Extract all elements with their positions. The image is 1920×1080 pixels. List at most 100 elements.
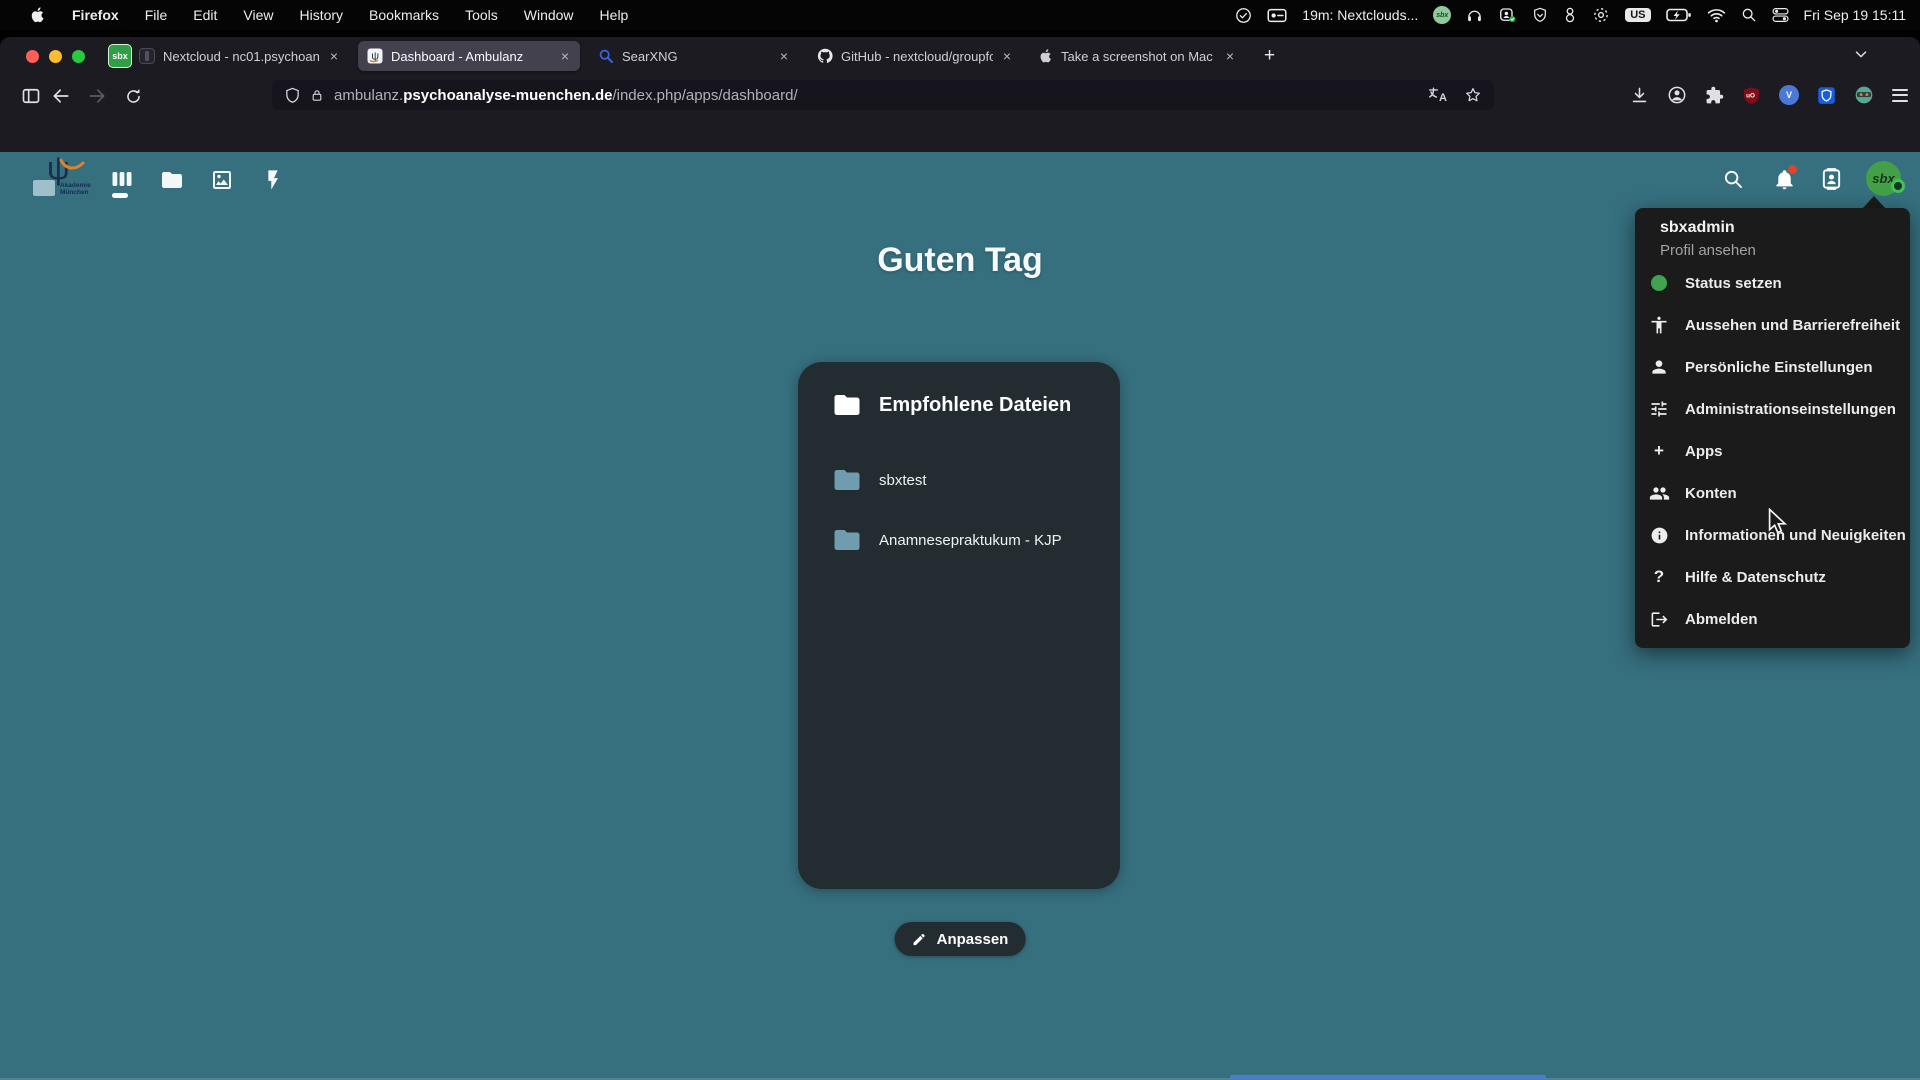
tab-close-icon[interactable]: × <box>559 48 571 64</box>
translate-icon[interactable]: A <box>1428 86 1450 104</box>
stacked-circles-icon[interactable] <box>1563 6 1577 24</box>
vimium-icon[interactable]: V <box>1779 85 1799 105</box>
downloads-button[interactable] <box>1630 86 1649 105</box>
menu-item-label: Hilfe & Datenschutz <box>1685 569 1826 586</box>
user-menu-view-profile[interactable]: Profil ansehen <box>1660 242 1756 259</box>
notifications-button[interactable] <box>1772 167 1796 191</box>
favicon-nextcloud-dark <box>139 48 155 64</box>
tab-close-icon[interactable]: × <box>1224 48 1236 64</box>
menu-item-admin-settings[interactable]: Administrationseinstellungen <box>1635 388 1910 430</box>
menubar-item-history[interactable]: History <box>286 7 356 23</box>
minimize-window-button[interactable] <box>49 50 62 63</box>
tab-close-icon[interactable]: × <box>1001 48 1013 64</box>
keyboard-layout-badge[interactable]: US <box>1625 8 1650 22</box>
tracking-protection-shield-icon[interactable] <box>284 86 301 105</box>
tab-screenshot-mac[interactable]: Take a screenshot on Mac - App × <box>1031 41 1245 71</box>
lock-icon[interactable] <box>310 87 324 104</box>
list-item[interactable]: Anamnesepraktukum - KJP <box>832 525 1062 555</box>
folder-icon <box>832 465 862 495</box>
menu-item-apps[interactable]: + Apps <box>1635 430 1910 472</box>
back-button[interactable] <box>48 83 74 109</box>
page-title: Guten Tag <box>0 241 1920 280</box>
menubar-item-bookmarks[interactable]: Bookmarks <box>356 7 452 23</box>
menubar-item-firefox[interactable]: Firefox <box>59 7 132 23</box>
account-button[interactable] <box>1667 85 1687 105</box>
screen-recording-icon[interactable] <box>1267 7 1287 24</box>
bookmark-star-icon[interactable] <box>1464 86 1482 104</box>
tab-title: Dashboard - Ambulanz <box>391 49 551 64</box>
recording-timer-label[interactable]: 19m: Nextclouds... <box>1302 7 1418 23</box>
check-circle-icon[interactable] <box>1235 7 1252 24</box>
menu-item-personal-settings[interactable]: Persönliche Einstellungen <box>1635 346 1910 388</box>
customize-button[interactable]: Anpassen <box>895 922 1026 956</box>
menubar-item-window[interactable]: Window <box>511 7 587 23</box>
app-activity-button[interactable] <box>260 168 284 192</box>
menubar-item-file[interactable]: File <box>132 7 181 23</box>
tab-bar: sbx Nextcloud - nc01.psychoanalyse × ψ D… <box>0 37 1920 75</box>
tab-github-groupfolders[interactable]: GitHub - nextcloud/groupfolders × <box>808 41 1022 71</box>
airdrop-icon[interactable] <box>1592 6 1610 24</box>
extensions-puzzle-icon[interactable] <box>1705 86 1724 105</box>
navigation-toolbar: ambulanz.psychoanalyse-muenchen.de/index… <box>0 75 1920 115</box>
menubar-status-area: 19m: Nextclouds... sbx US <box>1235 6 1920 24</box>
menubar-item-tools[interactable]: Tools <box>452 7 511 23</box>
favicon-github <box>817 48 833 64</box>
toolbar-extensions-area: uO V <box>1630 75 1908 115</box>
permission-check-icon[interactable] <box>1498 6 1517 24</box>
sidebar-toggle-button[interactable] <box>18 83 44 109</box>
zoom-window-button[interactable] <box>72 50 85 63</box>
shield-icon[interactable] <box>1532 6 1548 24</box>
menubar-item-view[interactable]: View <box>230 7 286 23</box>
close-window-button[interactable] <box>26 50 39 63</box>
menu-item-logout[interactable]: Abmelden <box>1635 598 1910 640</box>
container-status-icon[interactable]: sbx <box>1433 6 1451 24</box>
battery-icon[interactable] <box>1666 8 1692 22</box>
consent-robot-icon[interactable] <box>1854 85 1874 105</box>
logo-cube <box>33 180 55 196</box>
list-item[interactable]: sbxtest <box>832 465 927 495</box>
tab-close-icon[interactable]: × <box>328 48 340 64</box>
user-menu: sbxadmin Profil ansehen Status setzen Au… <box>1635 208 1910 648</box>
question-icon: ? <box>1648 566 1670 588</box>
forward-button[interactable] <box>84 83 110 109</box>
app-photos-button[interactable] <box>210 168 234 192</box>
menubar-clock[interactable]: Fri Sep 19 15:11 <box>1804 7 1906 23</box>
firefox-window: sbx Nextcloud - nc01.psychoanalyse × ψ D… <box>0 37 1920 1080</box>
menubar-item-help[interactable]: Help <box>587 7 642 23</box>
chevron-down-icon <box>1852 45 1870 63</box>
tab-nextcloud-nc01[interactable]: sbx Nextcloud - nc01.psychoanalyse × <box>99 41 349 71</box>
bitwarden-icon[interactable] <box>1817 86 1836 105</box>
tab-dashboard-ambulanz[interactable]: ψ Dashboard - Ambulanz × <box>358 41 580 71</box>
recommended-files-widget: Empfohlene Dateien sbxtest Anamneseprakt… <box>798 362 1120 889</box>
info-icon <box>1648 524 1670 546</box>
app-menu-button[interactable] <box>1892 89 1908 102</box>
apple-menu[interactable] <box>18 6 59 24</box>
tab-title: Take a screenshot on Mac - App <box>1061 49 1216 64</box>
spotlight-search-icon[interactable] <box>1741 7 1757 23</box>
contacts-menu-button[interactable] <box>1819 167 1843 191</box>
pencil-icon <box>912 932 927 947</box>
control-center-icon[interactable] <box>1772 7 1789 23</box>
nextcloud-logo[interactable]: ψ Akademie München <box>33 156 97 200</box>
headphones-icon[interactable] <box>1466 7 1483 24</box>
wifi-icon[interactable] <box>1707 8 1726 23</box>
app-dashboard-button[interactable] <box>110 168 134 192</box>
new-tab-button[interactable]: + <box>1254 45 1285 67</box>
search-icon <box>1722 168 1744 190</box>
unified-search-button[interactable] <box>1721 167 1745 191</box>
menubar-item-edit[interactable]: Edit <box>180 7 230 23</box>
tab-searxng[interactable]: SearXNG × <box>589 41 799 71</box>
lightning-icon <box>261 168 283 192</box>
url-bar[interactable]: ambulanz.psychoanalyse-muenchen.de/index… <box>272 80 1494 110</box>
url-path: /index.php/apps/dashboard/ <box>612 87 797 104</box>
menu-item-help-privacy[interactable]: ? Hilfe & Datenschutz <box>1635 556 1910 598</box>
reload-button[interactable] <box>120 83 146 109</box>
ublock-origin-icon[interactable]: uO <box>1742 86 1761 105</box>
tab-close-icon[interactable]: × <box>778 48 790 64</box>
menu-item-status[interactable]: Status setzen <box>1635 262 1910 304</box>
menu-item-appearance[interactable]: Aussehen und Barrierefreiheit <box>1635 304 1910 346</box>
menu-item-label: Konten <box>1685 485 1737 502</box>
list-all-tabs-button[interactable] <box>1852 45 1870 63</box>
app-files-button[interactable] <box>160 168 184 192</box>
menu-item-label: Administrationseinstellungen <box>1685 401 1896 418</box>
